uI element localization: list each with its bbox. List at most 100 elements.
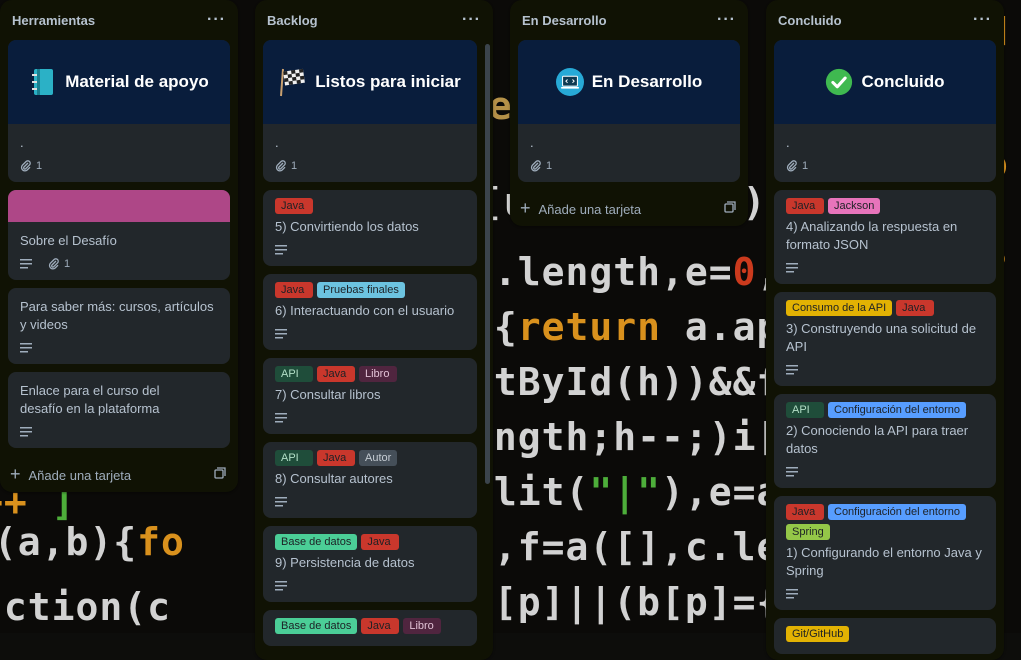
attachment-count: 1	[291, 160, 298, 172]
card-title: 1) Configurando el entorno Java y Spring	[786, 545, 982, 578]
card-sobre-el-desafio[interactable]: Sobre el Desafío 1	[8, 190, 230, 280]
plus-icon: +	[10, 463, 21, 484]
list-menu-button[interactable]: ···	[717, 11, 736, 29]
add-card-label: Añade una tarjeta	[538, 201, 642, 217]
card-consultar-libros[interactable]: API Java Libro 7) Consultar libros	[263, 358, 477, 434]
label-libro[interactable]: Libro	[403, 618, 442, 634]
card-persistencia-datos[interactable]: Base de datos Java 9) Persistencia de da…	[263, 526, 477, 602]
card-convirtiendo-datos[interactable]: Java 5) Convirtiendo los datos	[263, 190, 477, 266]
list-menu-button[interactable]: ···	[973, 11, 992, 29]
label-jackson[interactable]: Jackson	[828, 198, 881, 214]
card-title: 7) Consultar libros	[275, 387, 381, 402]
card-partial[interactable]: Base de datos Java Libro	[263, 610, 477, 646]
add-card-row: + Añade una tarjeta	[510, 190, 748, 226]
create-from-template-icon[interactable]	[724, 200, 736, 216]
card-partial[interactable]: Git/GitHub	[774, 618, 996, 654]
card-title: Enlace para el curso del desafío en la p…	[20, 383, 160, 416]
label-pruebas-finales[interactable]: Pruebas finales	[317, 282, 405, 298]
create-from-template-icon[interactable]	[214, 466, 226, 482]
card-title: 9) Persistencia de datos	[275, 555, 415, 570]
card-construyendo-solicitud[interactable]: Consumo de la API Java 3) Construyendo u…	[774, 292, 996, 386]
card-title: 8) Consultar autores	[275, 471, 393, 486]
plus-icon: +	[520, 197, 531, 218]
list-herramientas: Herramientas ··· Material de apoyo . 1 S	[0, 0, 238, 492]
label-java[interactable]: Java	[361, 618, 400, 634]
cover-card-en-desarrollo[interactable]: En Desarrollo . 1	[518, 40, 740, 182]
description-icon	[786, 263, 798, 273]
paperclip-icon	[20, 160, 32, 172]
description-icon	[275, 245, 287, 255]
card-title: 6) Interactuando con el usuario	[275, 303, 455, 318]
label-api[interactable]: API	[275, 366, 313, 382]
paperclip-icon	[530, 160, 542, 172]
label-git-github[interactable]: Git/GitHub	[786, 626, 850, 642]
label-java[interactable]: Java	[361, 534, 400, 550]
card-enlace-curso[interactable]: Enlace para el curso del desafío en la p…	[8, 372, 230, 448]
cover-card-concluido[interactable]: Concluido . 1	[774, 40, 996, 182]
description-icon	[275, 413, 287, 423]
label-java[interactable]: Java	[317, 366, 355, 382]
list-title[interactable]: Backlog	[267, 13, 318, 28]
card-cover: Concluido	[774, 40, 996, 124]
card-consultar-autores[interactable]: API Java Autor 8) Consultar autores	[263, 442, 477, 518]
card-para-saber-mas[interactable]: Para saber más: cursos, artículos y vide…	[8, 288, 230, 364]
card-title: .	[20, 135, 24, 150]
card-interactuando-usuario[interactable]: Java Pruebas finales 6) Interactuando co…	[263, 274, 477, 350]
label-java[interactable]: Java	[896, 300, 935, 316]
description-icon	[20, 343, 32, 353]
list-menu-button[interactable]: ···	[462, 11, 481, 29]
label-configuracion-entorno[interactable]: Configuración del entorno	[828, 504, 966, 520]
card-cover: Listos para iniciar	[263, 40, 477, 124]
description-icon	[20, 427, 32, 437]
label-java[interactable]: Java	[786, 198, 824, 214]
cover-title: Material de apoyo	[65, 72, 209, 91]
card-title: .	[786, 135, 790, 150]
label-base-de-datos[interactable]: Base de datos	[275, 534, 358, 550]
list-title[interactable]: En Desarrollo	[522, 13, 607, 28]
card-title: 2) Conociendo la API para traer datos	[786, 423, 969, 456]
card-configurando-entorno[interactable]: Java Configuración del entorno Spring 1)…	[774, 496, 996, 610]
description-icon	[275, 329, 287, 339]
attachment-count: 1	[64, 258, 71, 270]
label-api[interactable]: API	[275, 450, 313, 466]
description-icon	[786, 467, 798, 477]
attachment-count: 1	[546, 160, 553, 172]
description-icon	[275, 497, 287, 507]
add-card-button[interactable]: + Añade una tarjeta	[520, 198, 641, 219]
description-icon	[20, 259, 32, 269]
card-title: .	[275, 135, 279, 150]
paperclip-icon	[786, 160, 798, 172]
card-title: Sobre el Desafío	[20, 233, 117, 248]
list-title[interactable]: Concluido	[778, 13, 842, 28]
cover-title: Listos para iniciar	[315, 72, 461, 91]
label-java[interactable]: Java	[317, 450, 355, 466]
add-card-button[interactable]: + Añade una tarjeta	[10, 464, 131, 485]
cover-card-listos-para-iniciar[interactable]: Listos para iniciar . 1	[263, 40, 477, 182]
list-concluido: Concluido ··· Concluido . 1 Java Jackson…	[766, 0, 1004, 660]
paperclip-icon	[275, 160, 287, 172]
label-java[interactable]: Java	[275, 198, 313, 214]
description-icon	[786, 365, 798, 375]
attachment-count: 1	[802, 160, 809, 172]
card-color-cover	[8, 190, 230, 222]
label-base-de-datos[interactable]: Base de datos	[275, 618, 358, 634]
card-title: .	[530, 135, 534, 150]
list-menu-button[interactable]: ···	[207, 11, 226, 29]
card-conociendo-api[interactable]: API Configuración del entorno 2) Conocie…	[774, 394, 996, 488]
label-consumo-api[interactable]: Consumo de la API	[786, 300, 893, 316]
label-java[interactable]: Java	[786, 504, 824, 520]
card-title: Para saber más: cursos, artículos y vide…	[20, 299, 214, 332]
label-autor[interactable]: Autor	[359, 450, 398, 466]
card-title: 5) Convirtiendo los datos	[275, 219, 419, 234]
laptop-code-icon	[555, 68, 584, 96]
label-api[interactable]: API	[786, 402, 824, 418]
list-scrollbar[interactable]	[485, 44, 490, 484]
list-title[interactable]: Herramientas	[12, 13, 95, 28]
label-libro[interactable]: Libro	[359, 366, 397, 382]
card-cover: En Desarrollo	[518, 40, 740, 124]
label-configuracion-entorno[interactable]: Configuración del entorno	[828, 402, 966, 418]
card-analizando-respuesta[interactable]: Java Jackson 4) Analizando la respuesta …	[774, 190, 996, 284]
cover-card-material-de-apoyo[interactable]: Material de apoyo . 1	[8, 40, 230, 182]
label-spring[interactable]: Spring	[786, 524, 830, 540]
label-java[interactable]: Java	[275, 282, 313, 298]
